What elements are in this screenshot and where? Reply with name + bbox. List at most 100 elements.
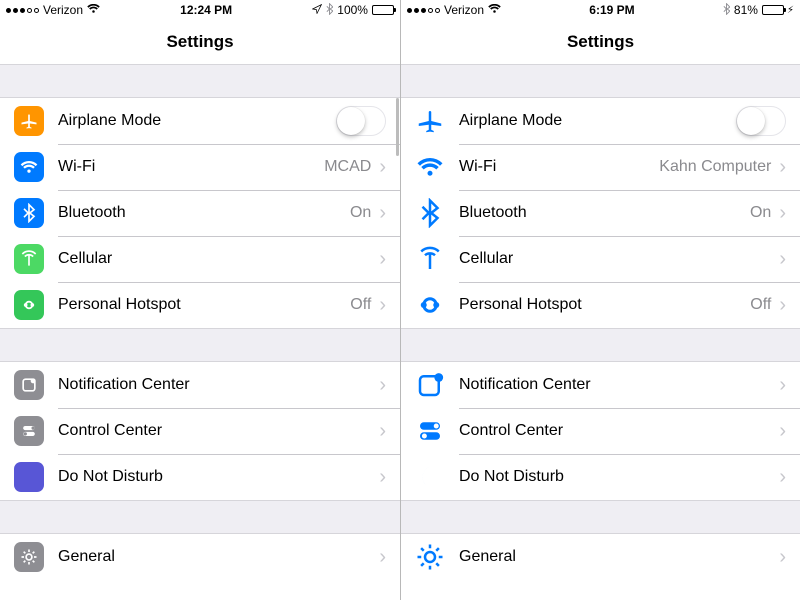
control-center-row[interactable]: Control Center › xyxy=(401,408,800,454)
airplane-mode-label: Airplane Mode xyxy=(459,112,562,130)
wifi-row[interactable]: Wi-Fi Kahn Computer › xyxy=(401,144,800,190)
bluetooth-icon xyxy=(723,3,730,18)
notification-center-label: Notification Center xyxy=(58,376,190,394)
dnd-label: Do Not Disturb xyxy=(58,468,163,486)
airplane-icon xyxy=(415,106,445,136)
dnd-row[interactable]: Do Not Disturb › xyxy=(0,454,400,500)
chevron-right-icon: › xyxy=(379,420,386,443)
wifi-row[interactable]: Wi-Fi MCAD › xyxy=(0,144,400,190)
page-title: Settings xyxy=(0,20,400,64)
chevron-right-icon: › xyxy=(779,156,786,179)
dnd-row[interactable]: Do Not Disturb › xyxy=(401,454,800,500)
bluetooth-label: Bluetooth xyxy=(58,204,126,222)
clock-label: 6:19 PM xyxy=(589,3,634,17)
status-bar: Verizon 12:24 PM 100% xyxy=(0,0,400,20)
bluetooth-icon xyxy=(326,3,333,18)
notification-center-label: Notification Center xyxy=(459,376,591,394)
notification-center-icon xyxy=(14,370,44,400)
section-gap xyxy=(401,500,800,534)
chevron-right-icon: › xyxy=(379,466,386,489)
chevron-right-icon: › xyxy=(379,546,386,569)
moon-icon xyxy=(14,462,44,492)
bluetooth-value: On xyxy=(350,204,371,222)
carrier-label: Verizon xyxy=(444,3,484,17)
control-center-label: Control Center xyxy=(58,422,162,440)
scroll-indicator[interactable] xyxy=(396,98,399,156)
signal-strength-icon xyxy=(407,8,440,13)
chevron-right-icon: › xyxy=(779,202,786,225)
bluetooth-icon xyxy=(14,198,44,228)
bluetooth-label: Bluetooth xyxy=(459,204,527,222)
bluetooth-row[interactable]: Bluetooth On › xyxy=(401,190,800,236)
cellular-row[interactable]: Cellular › xyxy=(0,236,400,282)
settings-screen-right: Verizon 6:19 PM 81% ⚡︎ Settings Airplane… xyxy=(400,0,800,600)
section-gap xyxy=(0,64,400,98)
section-gap xyxy=(0,328,400,362)
chevron-right-icon: › xyxy=(779,248,786,271)
cellular-row[interactable]: Cellular › xyxy=(401,236,800,282)
cellular-icon xyxy=(14,244,44,274)
battery-icon: ⚡︎ xyxy=(762,5,794,16)
general-row[interactable]: General › xyxy=(401,534,800,580)
hotspot-icon xyxy=(14,290,44,320)
bluetooth-row[interactable]: Bluetooth On › xyxy=(0,190,400,236)
wifi-value: Kahn Computer xyxy=(659,158,771,176)
notification-center-row[interactable]: Notification Center › xyxy=(401,362,800,408)
hotspot-icon xyxy=(415,290,445,320)
chevron-right-icon: › xyxy=(779,546,786,569)
general-row[interactable]: General › xyxy=(0,534,400,580)
carrier-label: Verizon xyxy=(43,3,83,17)
settings-screen-left: Verizon 12:24 PM 100% Settings Airplane … xyxy=(0,0,400,600)
chevron-right-icon: › xyxy=(379,202,386,225)
airplane-mode-row[interactable]: Airplane Mode xyxy=(0,98,400,144)
location-arrow-icon xyxy=(312,3,322,17)
airplane-mode-toggle[interactable] xyxy=(336,106,386,136)
wifi-icon xyxy=(415,152,445,182)
wifi-label: Wi-Fi xyxy=(459,158,496,176)
chevron-right-icon: › xyxy=(379,156,386,179)
general-label: General xyxy=(58,548,115,566)
cellular-label: Cellular xyxy=(58,250,112,268)
notification-center-row[interactable]: Notification Center › xyxy=(0,362,400,408)
hotspot-value: Off xyxy=(350,296,371,314)
wifi-value: MCAD xyxy=(324,158,371,176)
control-center-icon xyxy=(415,416,445,446)
section-gap xyxy=(0,500,400,534)
page-title: Settings xyxy=(401,20,800,64)
moon-icon xyxy=(415,462,445,492)
control-center-row[interactable]: Control Center › xyxy=(0,408,400,454)
hotspot-label: Personal Hotspot xyxy=(58,296,181,314)
bluetooth-icon xyxy=(415,198,445,228)
signal-strength-icon xyxy=(6,8,39,13)
bluetooth-value: On xyxy=(750,204,771,222)
wifi-icon xyxy=(488,3,501,17)
chevron-right-icon: › xyxy=(779,466,786,489)
cellular-icon xyxy=(415,244,445,274)
control-center-icon xyxy=(14,416,44,446)
chevron-right-icon: › xyxy=(379,294,386,317)
battery-icon xyxy=(372,5,394,15)
section-gap xyxy=(401,64,800,98)
airplane-mode-row[interactable]: Airplane Mode xyxy=(401,98,800,144)
airplane-mode-toggle[interactable] xyxy=(736,106,786,136)
hotspot-label: Personal Hotspot xyxy=(459,296,582,314)
section-gap xyxy=(401,328,800,362)
hotspot-row[interactable]: Personal Hotspot Off › xyxy=(0,282,400,328)
control-center-label: Control Center xyxy=(459,422,563,440)
battery-percent-label: 81% xyxy=(734,3,758,17)
status-bar: Verizon 6:19 PM 81% ⚡︎ xyxy=(401,0,800,20)
airplane-icon xyxy=(14,106,44,136)
chevron-right-icon: › xyxy=(379,248,386,271)
chevron-right-icon: › xyxy=(779,374,786,397)
charging-bolt-icon: ⚡︎ xyxy=(787,5,794,16)
wifi-label: Wi-Fi xyxy=(58,158,95,176)
airplane-mode-label: Airplane Mode xyxy=(58,112,161,130)
general-label: General xyxy=(459,548,516,566)
wifi-icon xyxy=(14,152,44,182)
cellular-label: Cellular xyxy=(459,250,513,268)
dnd-label: Do Not Disturb xyxy=(459,468,564,486)
hotspot-row[interactable]: Personal Hotspot Off › xyxy=(401,282,800,328)
clock-label: 12:24 PM xyxy=(180,3,232,17)
chevron-right-icon: › xyxy=(779,420,786,443)
wifi-icon xyxy=(87,3,100,17)
